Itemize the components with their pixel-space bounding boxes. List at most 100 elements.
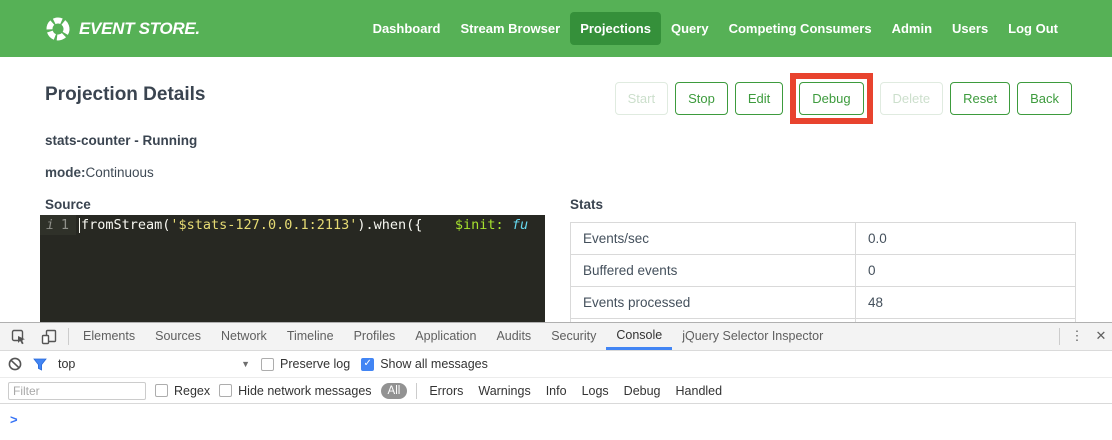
level-filter-handled[interactable]: Handled (673, 384, 726, 398)
delete-button[interactable]: Delete (880, 82, 944, 115)
tab-console[interactable]: Console (606, 323, 672, 350)
nav-item-stream-browser[interactable]: Stream Browser (450, 12, 570, 45)
code-segment-string: '$stats-127.0.0.1:2113' (170, 217, 357, 233)
editor-gutter: i 1 (40, 215, 76, 235)
event-store-app: EVENT STORE. Dashboard Stream Browser Pr… (0, 0, 1112, 440)
toolbar-separator (416, 383, 417, 399)
table-row: Events/sec 0.0 (570, 223, 1076, 255)
app-header: EVENT STORE. Dashboard Stream Browser Pr… (0, 0, 1112, 57)
main-nav: Dashboard Stream Browser Projections Que… (363, 12, 1068, 45)
code-segment: fromStream( (81, 217, 170, 233)
tab-network[interactable]: Network (211, 323, 277, 350)
line-number: 1 (61, 217, 69, 235)
start-button[interactable]: Start (615, 82, 668, 115)
level-filter-info[interactable]: Info (543, 384, 570, 398)
toolbar-separator (1059, 328, 1060, 345)
console-output-area[interactable]: > (0, 404, 1112, 440)
level-filter-all[interactable]: All (381, 383, 408, 399)
table-row: Events processed 48 (570, 287, 1076, 319)
checkbox-unchecked-icon (155, 384, 168, 397)
checkbox-unchecked-icon (219, 384, 232, 397)
tab-application[interactable]: Application (405, 323, 486, 350)
level-filter-debug[interactable]: Debug (621, 384, 664, 398)
execution-context-value: top (58, 357, 75, 371)
code-segment (422, 217, 455, 233)
inspect-element-icon[interactable] (4, 323, 34, 350)
console-prompt-chevron-icon[interactable]: > (10, 412, 18, 427)
code-segment-function: fu (512, 217, 528, 233)
hide-network-messages-checkbox[interactable]: Hide network messages (219, 384, 371, 398)
stats-table: Events/sec 0.0 Buffered events 0 Events … (570, 222, 1076, 322)
hide-network-messages-label: Hide network messages (238, 384, 371, 398)
tab-sources[interactable]: Sources (145, 323, 211, 350)
execution-context-selector[interactable]: top ▼ (58, 357, 250, 371)
devtools-menu-icon[interactable]: ⋮ (1064, 323, 1090, 350)
filter-input[interactable] (8, 382, 146, 400)
source-code-editor[interactable]: i 1 fromStream('$stats-127.0.0.1:2113').… (40, 215, 545, 322)
tab-profiles[interactable]: Profiles (344, 323, 406, 350)
preserve-log-checkbox[interactable]: Preserve log (261, 357, 350, 371)
stat-value-events-per-sec: 0.0 (855, 223, 1076, 254)
tab-timeline[interactable]: Timeline (277, 323, 344, 350)
filter-funnel-icon[interactable] (33, 358, 47, 371)
back-button[interactable]: Back (1017, 82, 1072, 115)
checkbox-unchecked-icon (261, 358, 274, 371)
projection-mode: mode:Continuous (45, 165, 154, 180)
tab-audits[interactable]: Audits (486, 323, 541, 350)
projection-status: stats-counter - Running (45, 133, 197, 148)
stat-label-events-processed: Events processed (570, 287, 855, 318)
source-section-label: Source (45, 197, 91, 212)
tab-bar-spacer (833, 323, 1055, 350)
devtools-tab-bar: Elements Sources Network Timeline Profil… (0, 323, 1112, 351)
debug-button-highlight-box: Debug (790, 73, 872, 124)
nav-item-users[interactable]: Users (942, 12, 998, 45)
stop-button[interactable]: Stop (675, 82, 728, 115)
nav-item-query[interactable]: Query (661, 12, 719, 45)
console-toolbar: top ▼ Preserve log Show all messages (0, 351, 1112, 378)
devtools-panel: Elements Sources Network Timeline Profil… (0, 322, 1112, 440)
edit-button[interactable]: Edit (735, 82, 783, 115)
level-filter-errors[interactable]: Errors (426, 384, 466, 398)
stat-label-events-per-sec: Events/sec (570, 223, 855, 254)
checkbox-checked-icon (361, 358, 374, 371)
table-row: Buffered events 0 (570, 255, 1076, 287)
show-all-messages-checkbox[interactable]: Show all messages (361, 357, 488, 371)
text-cursor (79, 218, 80, 233)
logo-text: EVENT STORE. (79, 19, 200, 39)
tab-elements[interactable]: Elements (73, 323, 145, 350)
tab-jquery-selector-inspector[interactable]: jQuery Selector Inspector (672, 323, 833, 350)
gutter-info-annotation-icon: i (46, 217, 54, 235)
nav-item-dashboard[interactable]: Dashboard (363, 12, 451, 45)
nav-item-competing-consumers[interactable]: Competing Consumers (719, 12, 882, 45)
console-filter-bar: Regex Hide network messages All Errors W… (0, 378, 1112, 404)
nav-item-admin[interactable]: Admin (882, 12, 942, 45)
reset-button[interactable]: Reset (950, 82, 1010, 115)
stats-section-label: Stats (570, 197, 603, 212)
chevron-down-icon: ▼ (241, 359, 250, 369)
preserve-log-label: Preserve log (280, 357, 350, 371)
mode-value: Continuous (86, 165, 154, 180)
tab-security[interactable]: Security (541, 323, 606, 350)
devtools-close-icon[interactable]: ✕ (1090, 323, 1112, 350)
debug-button[interactable]: Debug (799, 82, 863, 115)
code-segment: ).when({ (357, 217, 422, 233)
level-filter-logs[interactable]: Logs (579, 384, 612, 398)
mode-label: mode: (45, 165, 86, 180)
clear-console-icon[interactable] (8, 357, 22, 371)
stat-value-buffered-events: 0 (855, 255, 1076, 286)
event-store-logo-icon (45, 16, 71, 42)
regex-checkbox[interactable]: Regex (155, 384, 210, 398)
page-title: Projection Details (45, 84, 206, 106)
stat-value-events-processed: 48 (855, 287, 1076, 318)
device-toolbar-icon[interactable] (34, 323, 64, 350)
nav-item-log-out[interactable]: Log Out (998, 12, 1068, 45)
toolbar-separator (68, 328, 69, 345)
projection-action-buttons: Start Stop Edit Debug Delete Reset Back (615, 70, 1072, 126)
code-segment-keyword: $init: (455, 217, 504, 233)
stat-label-buffered-events: Buffered events (570, 255, 855, 286)
level-filter-warnings[interactable]: Warnings (475, 384, 533, 398)
code-line[interactable]: fromStream('$stats-127.0.0.1:2113').when… (76, 215, 528, 322)
nav-item-projections[interactable]: Projections (570, 12, 661, 45)
event-store-logo[interactable]: EVENT STORE. (45, 16, 200, 42)
regex-label: Regex (174, 384, 210, 398)
